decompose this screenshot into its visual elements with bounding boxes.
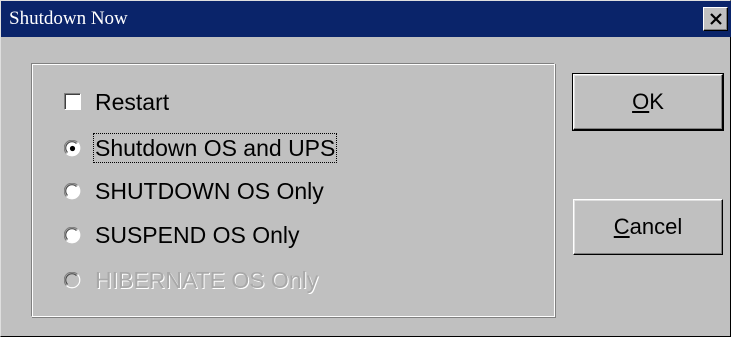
window-title: Shutdown Now <box>9 8 128 29</box>
radio-button[interactable] <box>64 227 81 244</box>
ok-button[interactable]: OK <box>572 73 724 131</box>
radio-label: HIBERNATE OS Only <box>95 267 319 293</box>
restart-label[interactable]: Restart <box>94 88 170 116</box>
radio-button-disabled <box>64 272 81 289</box>
radio-button[interactable] <box>64 183 81 200</box>
restart-checkbox[interactable] <box>64 93 81 110</box>
cancel-button[interactable]: Cancel <box>573 199 723 255</box>
close-button[interactable] <box>703 7 728 31</box>
radio-label[interactable]: SHUTDOWN OS Only <box>94 177 325 205</box>
close-icon <box>710 13 722 25</box>
shutdown-dialog: Shutdown Now Restart Shutdown OS and UPS <box>0 0 731 337</box>
radio-label[interactable]: SUSPEND OS Only <box>94 221 301 249</box>
cancel-label-rest: ancel <box>629 214 683 239</box>
radio-label[interactable]: Shutdown OS and UPS <box>92 133 338 163</box>
ok-label-rest: K <box>649 89 664 114</box>
title-bar[interactable]: Shutdown Now <box>1 1 731 37</box>
radio-button-selected[interactable] <box>64 140 81 157</box>
options-group: Restart Shutdown OS and UPS SHUTDOWN OS … <box>31 63 555 317</box>
ok-accelerator: O <box>632 89 650 114</box>
cancel-accelerator: C <box>613 214 630 239</box>
